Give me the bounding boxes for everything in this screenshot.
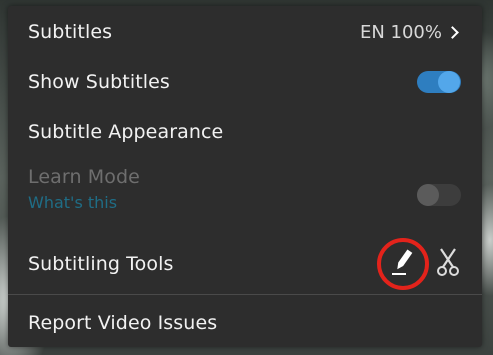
- toggle-knob: [417, 184, 439, 206]
- subtitling-tools-label: Subtitling Tools: [28, 253, 174, 275]
- subtitle-appearance-label: Subtitle Appearance: [28, 121, 224, 143]
- subtitles-label: Subtitles: [28, 21, 113, 43]
- show-subtitles-label: Show Subtitles: [28, 71, 170, 93]
- highlight-circle: [377, 238, 429, 290]
- subtitles-value: EN 100%: [360, 22, 461, 43]
- learn-mode-toggle[interactable]: [417, 184, 461, 206]
- menu-divider: [8, 294, 482, 295]
- chevron-right-icon: [446, 25, 459, 39]
- report-video-issues-item[interactable]: Report Video Issues: [8, 303, 482, 343]
- whats-this-link[interactable]: What's this: [28, 193, 140, 212]
- subtitling-tools-item: Subtitling Tools: [8, 238, 482, 290]
- subtitle-settings-menu: Subtitles EN 100% Show Subtitles Subtitl…: [8, 6, 482, 347]
- scissors-icon[interactable]: [435, 247, 461, 281]
- learn-mode-label: Learn Mode: [28, 166, 140, 188]
- subtitles-language-value: EN 100%: [359, 21, 442, 43]
- subtitles-language-item[interactable]: Subtitles EN 100%: [8, 12, 482, 52]
- subtitle-appearance-item[interactable]: Subtitle Appearance: [8, 112, 482, 152]
- toggle-knob: [438, 71, 460, 93]
- show-subtitles-item: Show Subtitles: [8, 62, 482, 102]
- learn-mode-item: Learn Mode What's this: [8, 166, 482, 226]
- pen-icon[interactable]: [389, 247, 417, 281]
- report-video-issues-label: Report Video Issues: [28, 312, 218, 334]
- show-subtitles-toggle[interactable]: [417, 71, 461, 93]
